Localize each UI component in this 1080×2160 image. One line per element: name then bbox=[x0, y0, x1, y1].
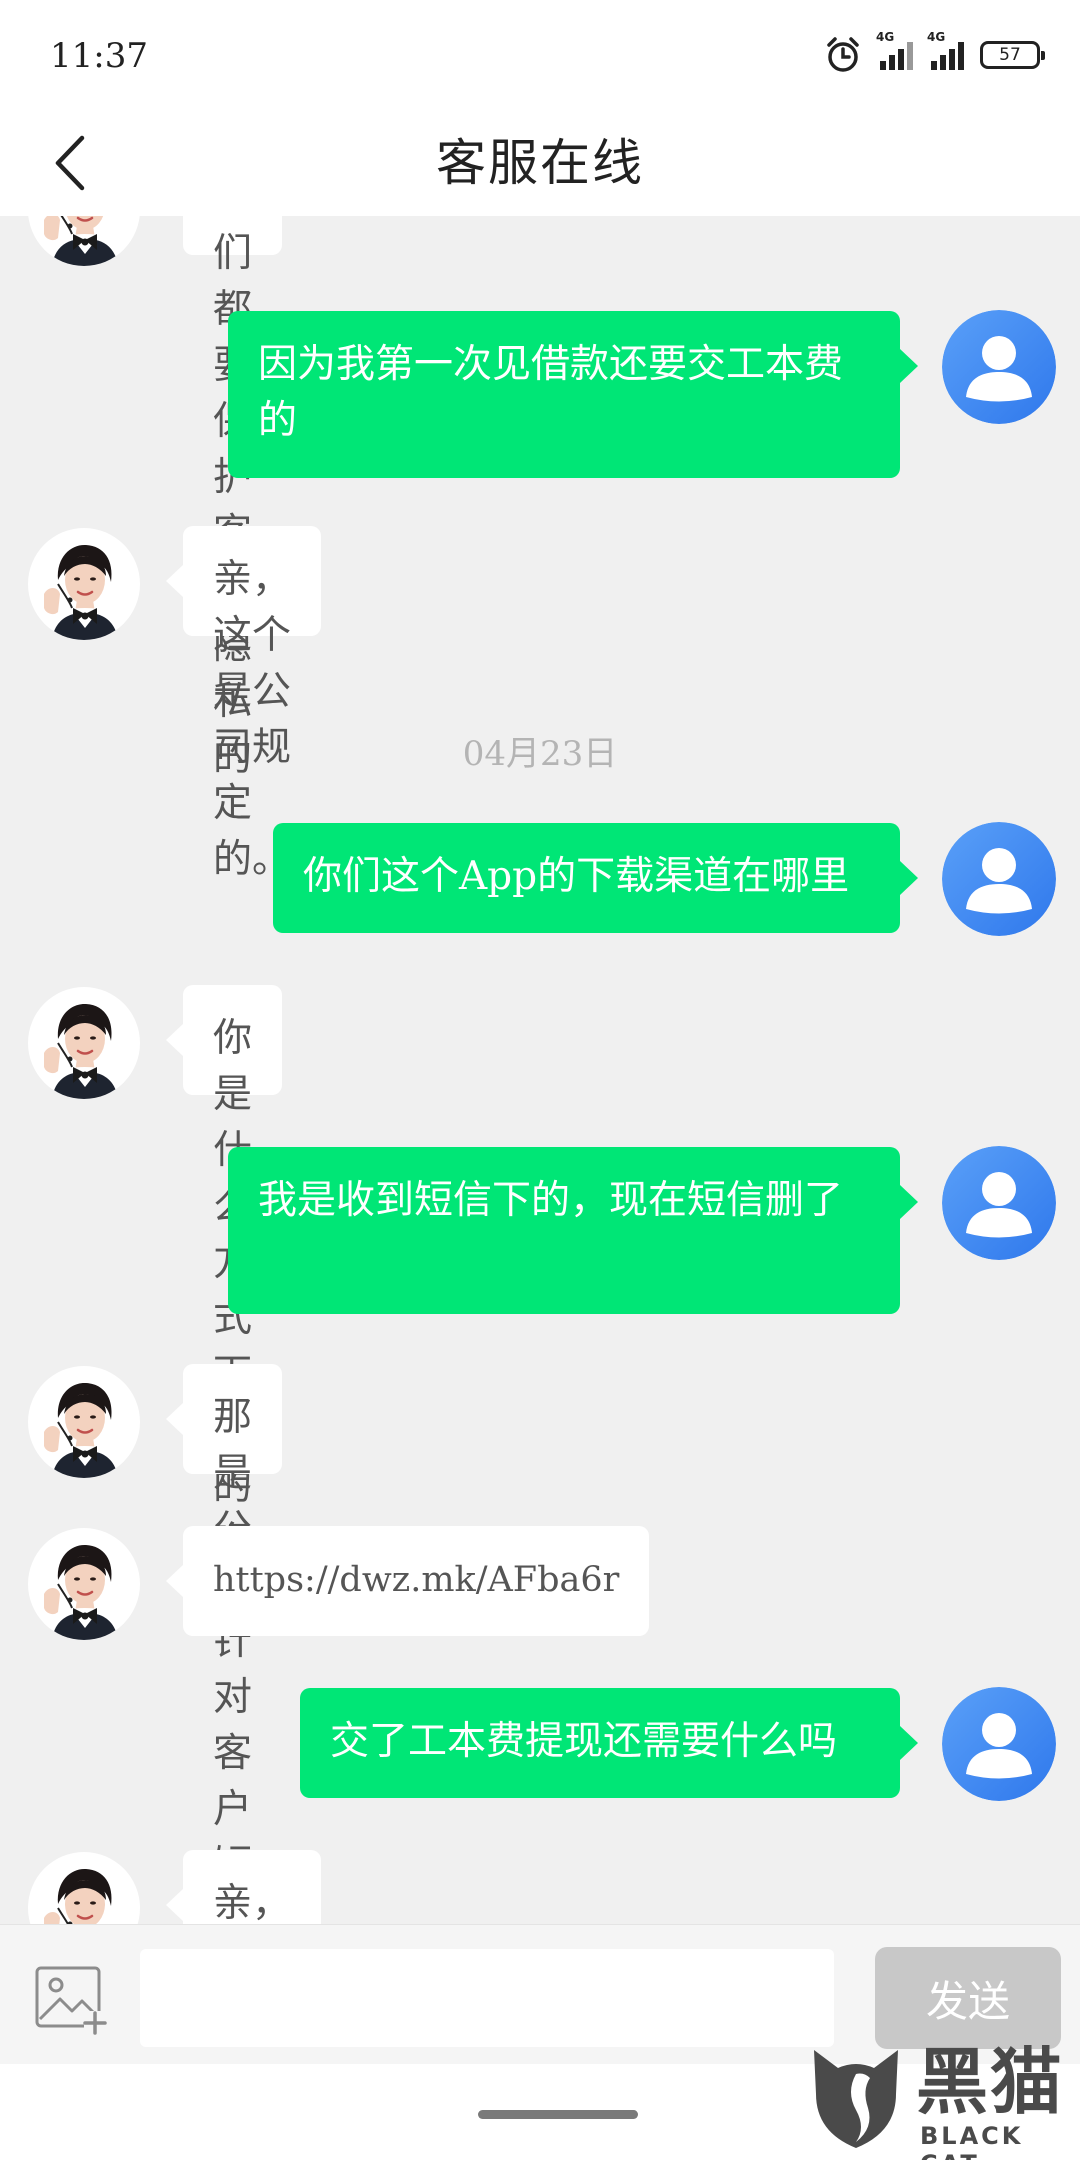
battery-level: 57 bbox=[999, 45, 1021, 65]
message-bubble: 因为我第一次见借款还要交工本费的 bbox=[228, 311, 918, 478]
agent-avatar bbox=[28, 1852, 140, 1924]
user-avatar bbox=[942, 1687, 1056, 1801]
status-bar: 11:37 4G 4G 57 bbox=[0, 0, 1080, 110]
status-time: 11:37 bbox=[50, 36, 148, 76]
message-bubble: 我是收到短信下的，现在短信删了 bbox=[228, 1147, 918, 1314]
agent-avatar bbox=[28, 216, 140, 266]
user-avatar bbox=[942, 310, 1056, 424]
message-input[interactable] bbox=[140, 1949, 834, 2047]
message-bubble: 你是什么方式下载的呢 bbox=[165, 985, 283, 1565]
signal-icon-sim1: 4G bbox=[876, 30, 913, 70]
user-avatar bbox=[942, 1146, 1056, 1260]
watermark-en: BLACK CAT bbox=[920, 2122, 1024, 2160]
agent-avatar bbox=[28, 1366, 140, 1478]
nav-bar: 客服在线 bbox=[0, 110, 1080, 216]
message-bubble: 那是公司针对客户短信推广的 bbox=[165, 1364, 283, 1924]
home-indicator[interactable] bbox=[478, 2110, 638, 2119]
chat-area[interactable]: 我们都要保护客户隐私的 因为我第一次见借款还要交工本费的 亲，这个是公司规定的。… bbox=[0, 216, 1080, 1924]
signal-icon-sim2: 4G bbox=[927, 30, 964, 70]
watermark-cn: 黑猫 bbox=[916, 2040, 1065, 2124]
image-picker-icon[interactable] bbox=[34, 1965, 108, 2035]
message-link[interactable]: https://dwz.mk/AFba6r bbox=[165, 1526, 650, 1636]
status-icons: 4G 4G 57 bbox=[824, 30, 1045, 80]
agent-avatar bbox=[28, 528, 140, 640]
battery-icon: 57 bbox=[980, 41, 1045, 69]
message-bubble: 交了工本费提现还需要什么吗 bbox=[300, 1688, 918, 1798]
black-cat-logo-icon bbox=[814, 2050, 898, 2148]
date-separator: 04月23日 bbox=[462, 734, 618, 774]
message-bubble: 你们这个App的下载渠道在哪里 bbox=[273, 823, 918, 933]
page-title: 客服在线 bbox=[436, 134, 644, 192]
send-button[interactable]: 发送 bbox=[875, 1947, 1061, 2049]
watermark: 黑猫 BLACK CAT bbox=[808, 2040, 1080, 2160]
message-bubble: 亲，这个是公司规定的。 bbox=[165, 526, 322, 882]
agent-avatar bbox=[28, 987, 140, 1099]
agent-avatar bbox=[28, 1528, 140, 1640]
message-bubble: 我们都要保护客户隐私的 bbox=[183, 216, 283, 780]
message-bubble: 亲，您已经文很久了。没有别的 bbox=[165, 1850, 322, 1924]
alarm-icon bbox=[827, 37, 859, 72]
user-avatar bbox=[942, 822, 1056, 936]
